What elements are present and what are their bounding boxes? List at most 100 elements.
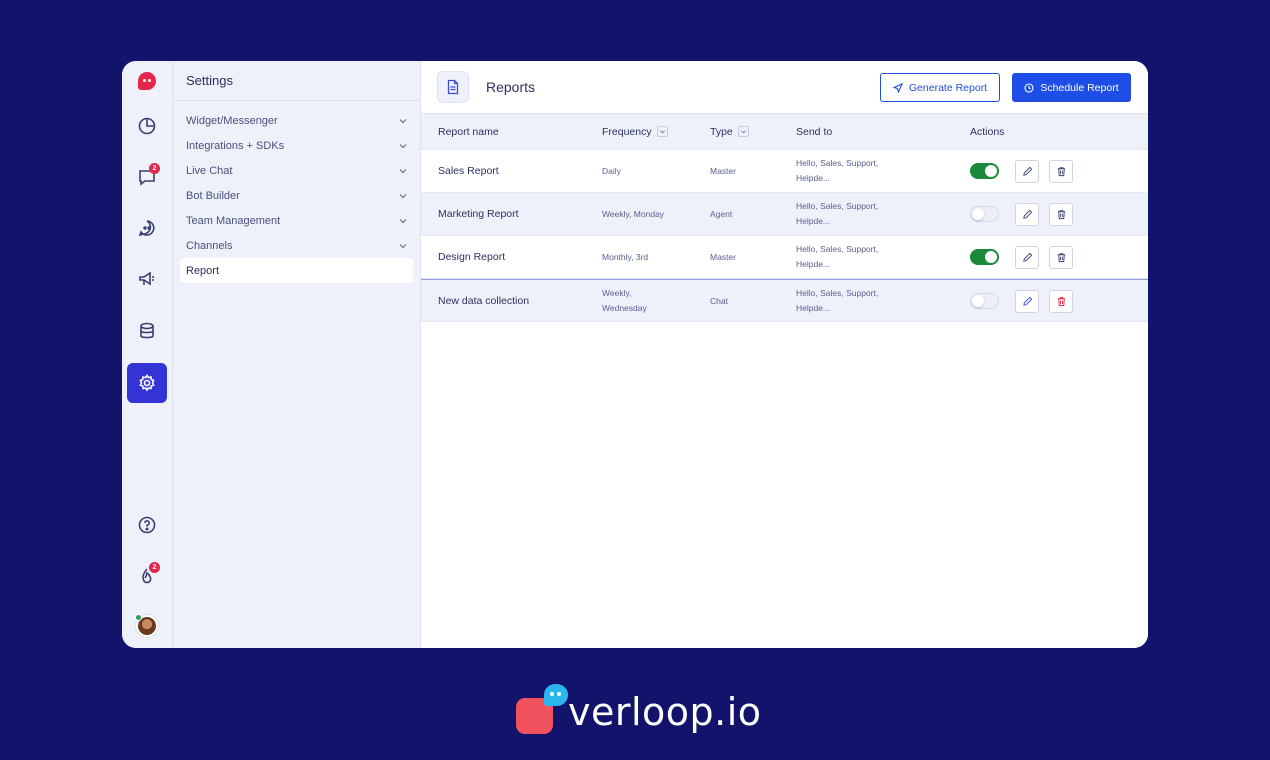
settings-item-widget-messenger[interactable]: Widget/Messenger [173,108,420,133]
settings-item-report[interactable]: Report [180,258,413,283]
settings-item-live-chat[interactable]: Live Chat [173,158,420,183]
trash-icon [1057,210,1065,220]
column-header-type[interactable]: Type [710,126,749,138]
icon-rail: 2 2 [122,61,173,648]
page-header: Reports Generate Report Schedule Report [421,61,1148,114]
edit-button[interactable] [1015,290,1039,313]
app-window: 2 2 Settings Widget/Messenger Integratio… [122,61,1148,648]
settings-item-label: Widget/Messenger [186,114,278,127]
pencil-icon [1022,209,1032,219]
report-send-to: Hello, Sales, Support, Helpde... [796,158,879,183]
column-header-frequency[interactable]: Frequency [602,126,668,138]
chevron-down-icon[interactable] [737,126,749,137]
chevron-down-icon [399,218,407,223]
chevron-down-icon [399,118,407,123]
brand-wordmark: verloop.io [568,690,762,734]
table-row[interactable]: Sales Report Daily Master Hello, Sales, … [421,150,1148,193]
app-logo-icon[interactable] [127,61,167,101]
report-name: Sales Report [438,165,499,177]
report-frequency: Weekly, Wednesday [602,287,647,313]
report-name: Marketing Report [438,208,519,220]
edit-button[interactable] [1015,203,1039,226]
settings-item-label: Report [186,264,220,277]
schedule-report-button[interactable]: Schedule Report [1012,73,1131,102]
settings-item-label: Channels [186,239,233,252]
report-send-to: Hello, Sales, Support, Helpde... [796,201,879,226]
logo-blue-bubble-icon [544,684,568,706]
settings-item-label: Bot Builder [186,189,240,202]
notification-icon[interactable]: 2 [127,556,167,596]
report-send-to: Hello, Sales, Support, Helpde... [796,287,879,313]
analytics-icon[interactable] [127,106,167,146]
settings-item-label: Team Management [186,214,281,227]
report-name: Design Report [438,251,506,263]
chevron-down-icon[interactable] [656,126,668,137]
report-frequency: Monthly, 3rd [602,251,649,262]
trash-icon [1057,297,1065,307]
trash-icon [1057,167,1065,177]
column-header-report-name: Report name [438,125,499,138]
delete-button[interactable] [1049,203,1073,226]
settings-item-label: Integrations + SDKs [186,139,285,152]
report-type: Master [710,166,736,176]
report-enabled-toggle[interactable] [970,206,999,222]
help-icon[interactable] [127,505,167,545]
chevron-down-icon [399,243,407,248]
pencil-icon [1022,166,1032,176]
settings-title: Settings [173,61,420,101]
column-header-actions: Actions [970,125,1005,138]
report-name: New data collection [438,294,530,307]
clock-icon [1024,82,1034,93]
table-header: Report name Frequency Type Send to Actio… [421,114,1148,150]
schedule-report-label: Schedule Report [1040,81,1119,94]
settings-item-bot-builder[interactable]: Bot Builder [173,183,420,208]
document-icon [437,71,469,103]
bot-icon[interactable] [127,208,167,248]
table-row[interactable]: New data collection Weekly, Wednesday Cha… [421,279,1148,322]
settings-item-label: Live Chat [186,164,233,177]
generate-report-label: Generate Report [908,81,988,94]
settings-item-channels[interactable]: Channels [173,233,420,258]
chevron-down-icon [399,143,407,148]
settings-sidebar: Settings Widget/Messenger Integrations +… [173,61,421,648]
chat-count-badge: 2 [149,163,160,174]
notification-count-badge: 2 [149,562,160,573]
page-title: Reports [486,79,536,95]
report-frequency: Weekly, Monday [602,208,665,219]
settings-gear-icon[interactable] [127,363,167,403]
report-type: Master [710,252,736,262]
user-avatar[interactable] [127,606,167,646]
report-type: Chat [710,295,728,306]
chevron-down-icon [399,168,407,173]
chat-icon[interactable]: 2 [127,157,167,197]
column-header-send-to: Send to [796,125,833,138]
delete-button[interactable] [1049,160,1073,183]
table-row[interactable]: Marketing Report Weekly, Monday Agent He… [421,193,1148,236]
report-enabled-toggle[interactable] [970,249,999,265]
report-send-to: Hello, Sales, Support, Helpde... [796,244,879,269]
pencil-icon [1022,252,1032,262]
send-icon [892,82,903,93]
report-enabled-toggle[interactable] [970,293,999,309]
generate-report-button[interactable]: Generate Report [880,73,1000,102]
brand-logo: verloop.io [516,684,761,736]
delete-button[interactable] [1049,290,1073,313]
table-row[interactable]: Design Report Monthly, 3rd Master Hello,… [421,236,1148,279]
report-enabled-toggle[interactable] [970,163,999,179]
campaign-icon[interactable] [127,259,167,299]
report-type: Agent [710,209,733,219]
trash-icon [1057,253,1065,263]
edit-button[interactable] [1015,160,1039,183]
column-header-type-label: Type [710,125,733,138]
online-status-dot [135,614,142,621]
settings-item-integrations[interactable]: Integrations + SDKs [173,133,420,158]
chevron-down-icon [399,193,407,198]
edit-button[interactable] [1015,246,1039,269]
delete-button[interactable] [1049,246,1073,269]
settings-nav: Widget/Messenger Integrations + SDKs Liv… [173,101,420,283]
pencil-icon [1022,296,1032,306]
settings-item-team-management[interactable]: Team Management [173,208,420,233]
report-frequency: Daily [602,165,621,176]
database-icon[interactable] [127,311,167,351]
main-panel: Reports Generate Report Schedule Report … [421,61,1148,648]
